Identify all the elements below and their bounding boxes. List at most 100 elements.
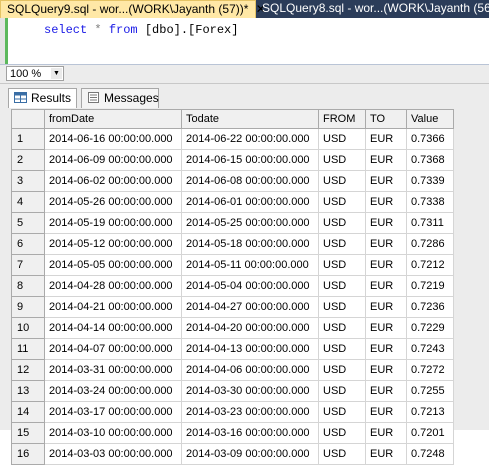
- cell-todate[interactable]: 2014-04-27 00:00:00.000: [181, 296, 319, 318]
- cell-value[interactable]: 0.7229: [406, 317, 454, 339]
- cell-todate[interactable]: 2014-05-18 00:00:00.000: [181, 233, 319, 255]
- table-row[interactable]: 2 2014-06-09 00:00:00.000 2014-06-15 00:00…: [11, 149, 454, 171]
- cell-value[interactable]: 0.7339: [406, 170, 454, 192]
- table-row[interactable]: 9 2014-04-21 00:00:00.000 2014-04-27 00:00…: [11, 296, 454, 318]
- cell-from[interactable]: USD: [318, 233, 366, 255]
- table-row[interactable]: 10 2014-04-14 00:00:00.000 2014-04-20 00:0…: [11, 317, 454, 339]
- table-row[interactable]: 7 2014-05-05 00:00:00.000 2014-05-11 00:00…: [11, 254, 454, 276]
- row-number[interactable]: 15: [11, 422, 45, 444]
- tab-sqlquery9[interactable]: SQLQuery9.sql - wor...(WORK\Jayanth (57)…: [0, 0, 266, 18]
- cell-to[interactable]: EUR: [365, 233, 407, 255]
- cell-to[interactable]: EUR: [365, 422, 407, 444]
- cell-fromdate[interactable]: 2014-03-17 00:00:00.000: [44, 401, 182, 423]
- cell-fromdate[interactable]: 2014-04-28 00:00:00.000: [44, 275, 182, 297]
- cell-value[interactable]: 0.7286: [406, 233, 454, 255]
- cell-todate[interactable]: 2014-03-30 00:00:00.000: [181, 380, 319, 402]
- cell-value[interactable]: 0.7236: [406, 296, 454, 318]
- cell-todate[interactable]: 2014-04-13 00:00:00.000: [181, 338, 319, 360]
- cell-value[interactable]: 0.7311: [406, 212, 454, 234]
- table-row[interactable]: 15 2014-03-10 00:00:00.000 2014-03-16 00:0…: [11, 422, 454, 444]
- cell-to[interactable]: EUR: [365, 212, 407, 234]
- chevron-down-icon[interactable]: ▼: [51, 68, 62, 79]
- cell-from[interactable]: USD: [318, 149, 366, 171]
- column-header-from[interactable]: FROM: [318, 109, 366, 129]
- cell-fromdate[interactable]: 2014-06-16 00:00:00.000: [44, 128, 182, 150]
- cell-to[interactable]: EUR: [365, 443, 407, 465]
- cell-fromdate[interactable]: 2014-05-19 00:00:00.000: [44, 212, 182, 234]
- cell-from[interactable]: USD: [318, 401, 366, 423]
- cell-todate[interactable]: 2014-05-04 00:00:00.000: [181, 275, 319, 297]
- cell-fromdate[interactable]: 2014-04-14 00:00:00.000: [44, 317, 182, 339]
- cell-from[interactable]: USD: [318, 275, 366, 297]
- cell-from[interactable]: USD: [318, 317, 366, 339]
- cell-fromdate[interactable]: 2014-03-31 00:00:00.000: [44, 359, 182, 381]
- cell-value[interactable]: 0.7366: [406, 128, 454, 150]
- cell-todate[interactable]: 2014-03-23 00:00:00.000: [181, 401, 319, 423]
- cell-todate[interactable]: 2014-06-15 00:00:00.000: [181, 149, 319, 171]
- table-row[interactable]: 14 2014-03-17 00:00:00.000 2014-03-23 00:0…: [11, 401, 454, 423]
- cell-to[interactable]: EUR: [365, 128, 407, 150]
- cell-to[interactable]: EUR: [365, 149, 407, 171]
- cell-from[interactable]: USD: [318, 170, 366, 192]
- cell-to[interactable]: EUR: [365, 380, 407, 402]
- cell-fromdate[interactable]: 2014-03-10 00:00:00.000: [44, 422, 182, 444]
- table-row[interactable]: 3 2014-06-02 00:00:00.000 2014-06-08 00:00…: [11, 170, 454, 192]
- cell-from[interactable]: USD: [318, 422, 366, 444]
- row-number[interactable]: 4: [11, 191, 45, 213]
- cell-value[interactable]: 0.7212: [406, 254, 454, 276]
- cell-to[interactable]: EUR: [365, 359, 407, 381]
- cell-to[interactable]: EUR: [365, 275, 407, 297]
- table-row[interactable]: 13 2014-03-24 00:00:00.000 2014-03-30 00:0…: [11, 380, 454, 402]
- tab-messages[interactable]: Messages: [81, 88, 159, 108]
- results-grid[interactable]: fromDate Todate FROM TO Value 1 2014-06-1…: [0, 108, 489, 465]
- table-row[interactable]: 4 2014-05-26 00:00:00.000 2014-06-01 00:00…: [11, 191, 454, 213]
- cell-to[interactable]: EUR: [365, 317, 407, 339]
- row-number[interactable]: 6: [11, 233, 45, 255]
- cell-from[interactable]: USD: [318, 380, 366, 402]
- table-row[interactable]: 11 2014-04-07 00:00:00.000 2014-04-13 00:0…: [11, 338, 454, 360]
- cell-todate[interactable]: 2014-06-08 00:00:00.000: [181, 170, 319, 192]
- query-editor[interactable]: select * from [dbo].[Forex]: [0, 18, 489, 64]
- cell-todate[interactable]: 2014-03-09 00:00:00.000: [181, 443, 319, 465]
- query-text[interactable]: select * from [dbo].[Forex]: [44, 23, 238, 37]
- zoom-select[interactable]: 100 % ▼: [6, 66, 64, 81]
- cell-value[interactable]: 0.7219: [406, 275, 454, 297]
- cell-to[interactable]: EUR: [365, 401, 407, 423]
- cell-to[interactable]: EUR: [365, 170, 407, 192]
- tab-results[interactable]: Results: [8, 88, 77, 108]
- row-number[interactable]: 2: [11, 149, 45, 171]
- cell-value[interactable]: 0.7248: [406, 443, 454, 465]
- cell-from[interactable]: USD: [318, 212, 366, 234]
- cell-value[interactable]: 0.7255: [406, 380, 454, 402]
- cell-todate[interactable]: 2014-06-22 00:00:00.000: [181, 128, 319, 150]
- row-number[interactable]: 14: [11, 401, 45, 423]
- table-row[interactable]: 8 2014-04-28 00:00:00.000 2014-05-04 00:00…: [11, 275, 454, 297]
- cell-fromdate[interactable]: 2014-06-02 00:00:00.000: [44, 170, 182, 192]
- row-number[interactable]: 13: [11, 380, 45, 402]
- cell-fromdate[interactable]: 2014-06-09 00:00:00.000: [44, 149, 182, 171]
- cell-from[interactable]: USD: [318, 128, 366, 150]
- table-row[interactable]: 5 2014-05-19 00:00:00.000 2014-05-25 00:00…: [11, 212, 454, 234]
- cell-from[interactable]: USD: [318, 191, 366, 213]
- cell-from[interactable]: USD: [318, 296, 366, 318]
- table-row[interactable]: 6 2014-05-12 00:00:00.000 2014-05-18 00:00…: [11, 233, 454, 255]
- cell-todate[interactable]: 2014-04-20 00:00:00.000: [181, 317, 319, 339]
- cell-fromdate[interactable]: 2014-04-07 00:00:00.000: [44, 338, 182, 360]
- row-number[interactable]: 11: [11, 338, 45, 360]
- cell-todate[interactable]: 2014-06-01 00:00:00.000: [181, 191, 319, 213]
- row-number[interactable]: 8: [11, 275, 45, 297]
- table-row[interactable]: 1 2014-06-16 00:00:00.000 2014-06-22 00:00…: [11, 128, 454, 150]
- cell-fromdate[interactable]: 2014-05-05 00:00:00.000: [44, 254, 182, 276]
- cell-from[interactable]: USD: [318, 359, 366, 381]
- cell-todate[interactable]: 2014-04-06 00:00:00.000: [181, 359, 319, 381]
- cell-todate[interactable]: 2014-03-16 00:00:00.000: [181, 422, 319, 444]
- cell-fromdate[interactable]: 2014-03-03 00:00:00.000: [44, 443, 182, 465]
- column-header-fromdate[interactable]: fromDate: [44, 109, 182, 129]
- cell-fromdate[interactable]: 2014-05-26 00:00:00.000: [44, 191, 182, 213]
- column-header-todate[interactable]: Todate: [181, 109, 319, 129]
- cell-fromdate[interactable]: 2014-05-12 00:00:00.000: [44, 233, 182, 255]
- cell-todate[interactable]: 2014-05-25 00:00:00.000: [181, 212, 319, 234]
- tab-sqlquery8[interactable]: SQLQuery8.sql - wor...(WORK\Jayanth (56)…: [256, 0, 489, 18]
- column-header-value[interactable]: Value: [406, 109, 454, 129]
- row-number[interactable]: 12: [11, 359, 45, 381]
